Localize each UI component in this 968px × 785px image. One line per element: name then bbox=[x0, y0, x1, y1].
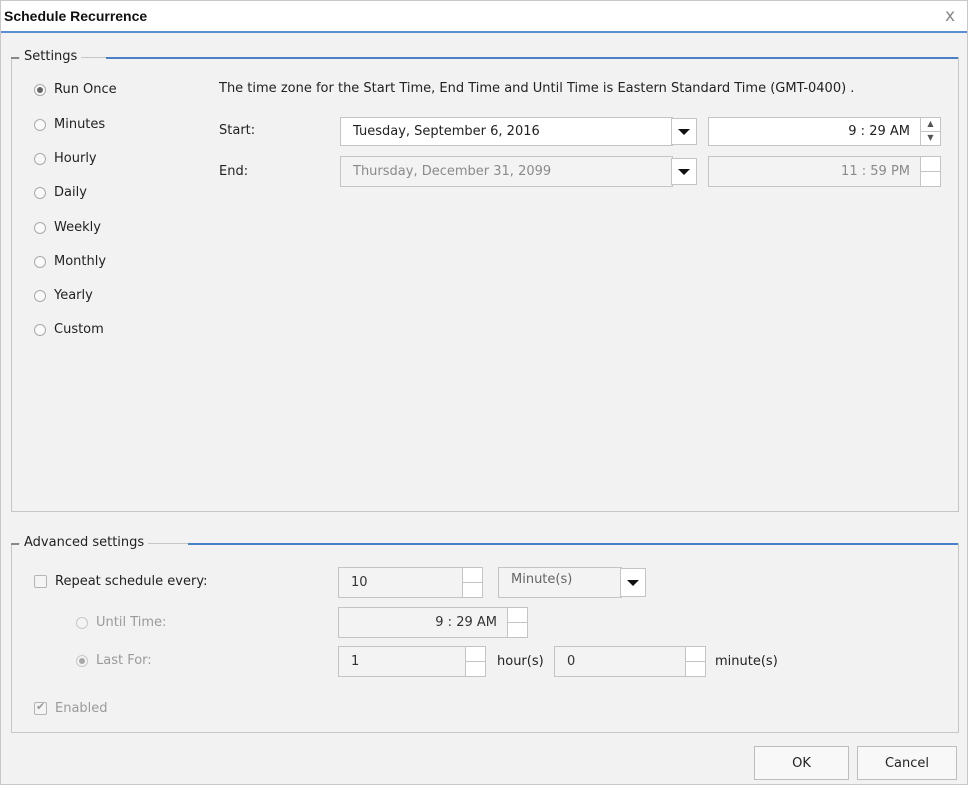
radio-weekly[interactable]: Weekly bbox=[34, 220, 101, 235]
last-for-hours-field[interactable]: 1 bbox=[338, 646, 466, 677]
radio-button[interactable] bbox=[76, 616, 88, 629]
until-time-row[interactable]: Until Time: bbox=[76, 615, 166, 630]
last-for-minutes-value: 0 bbox=[567, 654, 576, 669]
radio-button[interactable] bbox=[34, 118, 46, 131]
last-for-minutes-field[interactable]: 0 bbox=[554, 646, 686, 677]
radio-yearly[interactable]: Yearly bbox=[34, 288, 93, 303]
timezone-note: The time zone for the Start Time, End Ti… bbox=[219, 81, 855, 96]
repeat-interval-spinner[interactable] bbox=[462, 567, 483, 598]
radio-button[interactable] bbox=[76, 654, 88, 667]
repeat-unit-dropdown[interactable] bbox=[620, 568, 646, 597]
advanced-settings-group: Advanced settings bbox=[11, 534, 959, 733]
last-for-hours-value: 1 bbox=[351, 654, 360, 669]
settings-legend: Settings bbox=[20, 48, 82, 66]
radio-button[interactable] bbox=[34, 323, 46, 336]
title-bar: Schedule Recurrence x bbox=[1, 1, 967, 33]
start-label: Start: bbox=[219, 123, 256, 138]
until-hour[interactable]: 9 bbox=[435, 615, 443, 630]
end-date-dropdown[interactable] bbox=[671, 158, 697, 185]
repeat-unit-select[interactable]: Minute(s) bbox=[498, 567, 622, 598]
enabled-checkbox[interactable] bbox=[34, 700, 47, 715]
radio-label: Daily bbox=[54, 185, 87, 200]
radio-button[interactable] bbox=[34, 152, 46, 165]
radio-label: Custom bbox=[54, 322, 104, 337]
repeat-schedule-checkbox[interactable] bbox=[34, 575, 47, 588]
spinner-up-icon[interactable]: ▲ bbox=[921, 157, 940, 172]
advanced-group-line bbox=[188, 543, 958, 545]
spinner-down-icon[interactable]: ▼ bbox=[921, 172, 940, 187]
radio-button[interactable] bbox=[34, 186, 46, 199]
advanced-legend: Advanced settings bbox=[20, 534, 149, 552]
until-time-label: Until Time: bbox=[96, 615, 167, 630]
last-for-hours-spinner[interactable] bbox=[465, 646, 486, 677]
radio-button[interactable] bbox=[34, 83, 46, 96]
radio-button[interactable] bbox=[34, 221, 46, 234]
start-time-spinner[interactable]: ▲ ▼ bbox=[920, 117, 941, 146]
until-time-field[interactable]: 9 : 29 AM bbox=[338, 607, 508, 638]
end-label: End: bbox=[219, 164, 249, 179]
start-ampm[interactable]: AM bbox=[890, 124, 910, 139]
end-hour[interactable]: 11 bbox=[841, 164, 858, 179]
last-for-minutes-spinner[interactable] bbox=[685, 646, 706, 677]
ok-button[interactable]: OK bbox=[754, 746, 849, 780]
chevron-down-icon bbox=[678, 168, 690, 175]
radio-label: Run Once bbox=[54, 82, 117, 97]
radio-monthly[interactable]: Monthly bbox=[34, 254, 106, 269]
hours-unit-label: hour(s) bbox=[497, 654, 544, 669]
spinner-up-icon[interactable]: ▲ bbox=[921, 118, 940, 132]
chevron-down-icon bbox=[678, 128, 690, 135]
minutes-unit-label: minute(s) bbox=[715, 654, 778, 669]
settings-group-line bbox=[106, 57, 958, 59]
end-time-field[interactable]: 11 : 59 PM bbox=[708, 156, 921, 187]
until-ampm[interactable]: AM bbox=[477, 615, 497, 630]
radio-button[interactable] bbox=[34, 255, 46, 268]
radio-label: Weekly bbox=[54, 220, 101, 235]
until-minute[interactable]: 29 bbox=[456, 615, 473, 630]
radio-label: Minutes bbox=[54, 117, 106, 132]
dialog-title: Schedule Recurrence bbox=[4, 8, 148, 24]
radio-label: Hourly bbox=[54, 151, 97, 166]
cancel-button[interactable]: Cancel bbox=[857, 746, 957, 780]
radio-run-once[interactable]: Run Once bbox=[34, 82, 117, 97]
last-for-row[interactable]: Last For: bbox=[76, 653, 152, 668]
repeat-schedule-label: Repeat schedule every: bbox=[55, 574, 208, 589]
until-time-spinner[interactable] bbox=[507, 607, 528, 638]
radio-minutes[interactable]: Minutes bbox=[34, 117, 105, 132]
start-hour[interactable]: 9 bbox=[848, 124, 856, 139]
enabled-row[interactable]: Enabled bbox=[34, 700, 108, 716]
start-date-field[interactable]: Tuesday, September 6, 2016 bbox=[340, 117, 673, 146]
radio-daily[interactable]: Daily bbox=[34, 185, 87, 200]
end-minute[interactable]: 59 bbox=[870, 164, 887, 179]
radio-hourly[interactable]: Hourly bbox=[34, 151, 97, 166]
repeat-interval-value: 10 bbox=[351, 575, 368, 590]
end-date-value: Thursday, December 31, 2099 bbox=[353, 164, 552, 179]
radio-custom[interactable]: Custom bbox=[34, 322, 104, 337]
radio-label: Yearly bbox=[54, 288, 93, 303]
start-minute[interactable]: 29 bbox=[869, 124, 886, 139]
repeat-interval-field[interactable]: 10 bbox=[338, 567, 463, 598]
end-time-spinner[interactable]: ▲ ▼ bbox=[920, 156, 941, 187]
spinner-down-icon[interactable]: ▼ bbox=[921, 132, 940, 146]
end-date-field[interactable]: Thursday, December 31, 2099 bbox=[340, 156, 673, 187]
repeat-schedule-row[interactable]: Repeat schedule every: bbox=[34, 574, 207, 589]
schedule-recurrence-dialog: Schedule Recurrence x Settings Run Once … bbox=[0, 0, 968, 785]
last-for-label: Last For: bbox=[96, 653, 152, 668]
chevron-down-icon bbox=[627, 579, 639, 586]
start-date-value: Tuesday, September 6, 2016 bbox=[353, 124, 540, 139]
close-icon[interactable]: x bbox=[945, 8, 955, 25]
repeat-unit-value: Minute(s) bbox=[511, 572, 573, 587]
radio-label: Monthly bbox=[54, 254, 107, 269]
start-time-field[interactable]: 9 : 29 AM bbox=[708, 117, 921, 146]
end-ampm[interactable]: PM bbox=[891, 164, 910, 179]
radio-button[interactable] bbox=[34, 289, 46, 302]
enabled-label: Enabled bbox=[55, 701, 108, 716]
start-date-dropdown[interactable] bbox=[671, 118, 697, 145]
